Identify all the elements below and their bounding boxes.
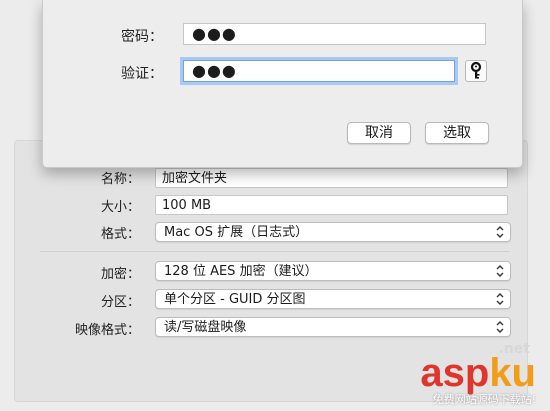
watermark-tagline: 免费网站源码下载站!: [432, 393, 536, 406]
watermark-brand-a: asp: [420, 351, 490, 395]
chevron-up-down-icon: [496, 265, 504, 277]
site-watermark: .net aspku 免费网站源码下载站!: [392, 341, 542, 407]
encryption-select-value: 128 位 AES 加密（建议）: [164, 264, 318, 279]
verify-label: 验证：: [121, 66, 163, 82]
name-label: 名称：: [100, 172, 140, 187]
format-select[interactable]: Mac OS 扩展（日志式）: [155, 222, 511, 242]
size-label: 大小：: [100, 200, 140, 215]
format-label: 格式：: [100, 227, 140, 242]
password-dialog: 密码： ●●● 验证： ●●● 取消 选取: [42, 0, 523, 168]
password-field[interactable]: ●●●: [183, 23, 486, 45]
image-format-select-value: 读/写磁盘映像: [164, 320, 247, 335]
size-field[interactable]: 100 MB: [155, 195, 508, 215]
name-field[interactable]: 加密文件夹: [155, 168, 508, 188]
password-assistant-button[interactable]: [465, 60, 487, 82]
watermark-brand-b: ku: [489, 351, 536, 395]
format-select-value: Mac OS 扩展（日志式）: [164, 225, 309, 240]
partition-label: 分区：: [100, 295, 140, 310]
password-label: 密码：: [121, 29, 163, 45]
encryption-label: 加密：: [100, 267, 140, 282]
chevron-up-down-icon: [496, 321, 504, 333]
chevron-up-down-icon: [496, 293, 504, 305]
chevron-up-down-icon: [496, 226, 504, 238]
key-icon: [470, 61, 482, 79]
image-format-label: 映像格式：: [74, 323, 140, 338]
partition-select[interactable]: 单个分区 - GUID 分区图: [155, 289, 511, 309]
encryption-select[interactable]: 128 位 AES 加密（建议）: [155, 261, 511, 281]
section-divider: [40, 251, 510, 252]
verify-field[interactable]: ●●●: [183, 60, 455, 82]
partition-select-value: 单个分区 - GUID 分区图: [164, 292, 306, 307]
watermark-logo: aspku: [420, 351, 536, 395]
cancel-button[interactable]: 取消: [347, 122, 411, 144]
image-format-select[interactable]: 读/写磁盘映像: [155, 317, 511, 337]
choose-button[interactable]: 选取: [425, 122, 489, 144]
